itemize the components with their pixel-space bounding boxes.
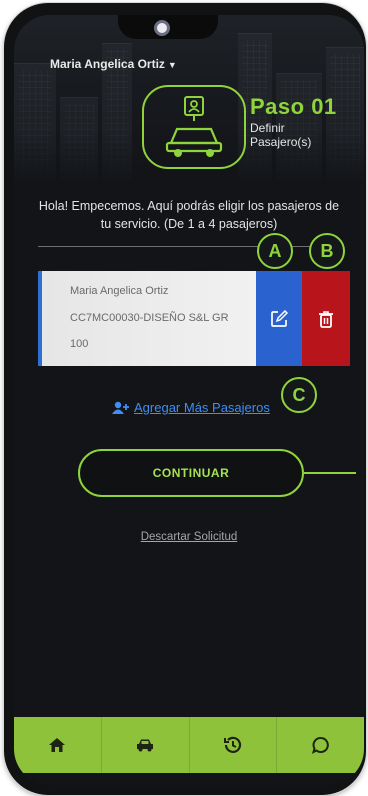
user-name-label: Maria Angelica Ortiz (50, 57, 165, 71)
add-user-icon (112, 401, 129, 414)
intro-text: Hola! Empecemos. Aquí podrás eligir los … (38, 199, 340, 231)
trash-icon (319, 310, 333, 328)
app-screen: Maria Angelica Ortiz ▼ Paso 01 Definir Pa… (14, 15, 364, 785)
add-more-passengers-link[interactable]: Agregar Más Pasajeros (112, 400, 270, 415)
callout-pointer-line (304, 472, 356, 474)
bottom-bezel (14, 773, 364, 785)
chevron-down-icon: ▼ (167, 60, 177, 70)
step-subtitle: Definir Pasajero(s) (250, 121, 311, 149)
nav-home[interactable] (14, 717, 102, 773)
camera-icon (154, 20, 170, 36)
step-subtitle-line-2: Pasajero(s) (250, 135, 312, 149)
passenger-company: CC7MC00030-DISEÑO S&L GR (70, 312, 229, 324)
delete-passenger-button[interactable] (302, 271, 350, 366)
passenger-name: Maria Angelica Ortiz (70, 285, 169, 297)
nav-chat[interactable] (277, 717, 364, 773)
nav-car[interactable] (102, 717, 190, 773)
home-icon (49, 738, 66, 752)
user-selector[interactable]: Maria Angelica Ortiz ▼ (50, 57, 177, 71)
callout-badge-b: B (309, 233, 345, 269)
user-car-icon (142, 85, 246, 169)
car-icon (137, 739, 154, 752)
bottom-nav (14, 717, 364, 773)
passenger-code: 100 (70, 338, 89, 350)
step-subtitle-line-1: Definir (250, 121, 285, 135)
passenger-card[interactable]: Maria Angelica Ortiz CC7MC00030-DISEÑO S… (38, 271, 256, 366)
discard-request-link[interactable]: Descartar Solicitud (14, 531, 364, 543)
phone-frame: Maria Angelica Ortiz ▼ Paso 01 Definir Pa… (4, 3, 366, 795)
step-title: Paso 01 (250, 94, 337, 119)
edit-passenger-button[interactable] (256, 271, 302, 366)
callout-badge-c: C (281, 377, 317, 413)
continue-button[interactable]: CONTINUAR (78, 449, 304, 497)
nav-history[interactable] (190, 717, 278, 773)
edit-icon (271, 309, 288, 327)
add-more-passengers-label: Agregar Más Pasajeros (134, 400, 270, 415)
history-icon (223, 736, 241, 753)
chat-icon (311, 737, 329, 754)
callout-badge-a: A (257, 233, 293, 269)
divider (38, 246, 340, 247)
